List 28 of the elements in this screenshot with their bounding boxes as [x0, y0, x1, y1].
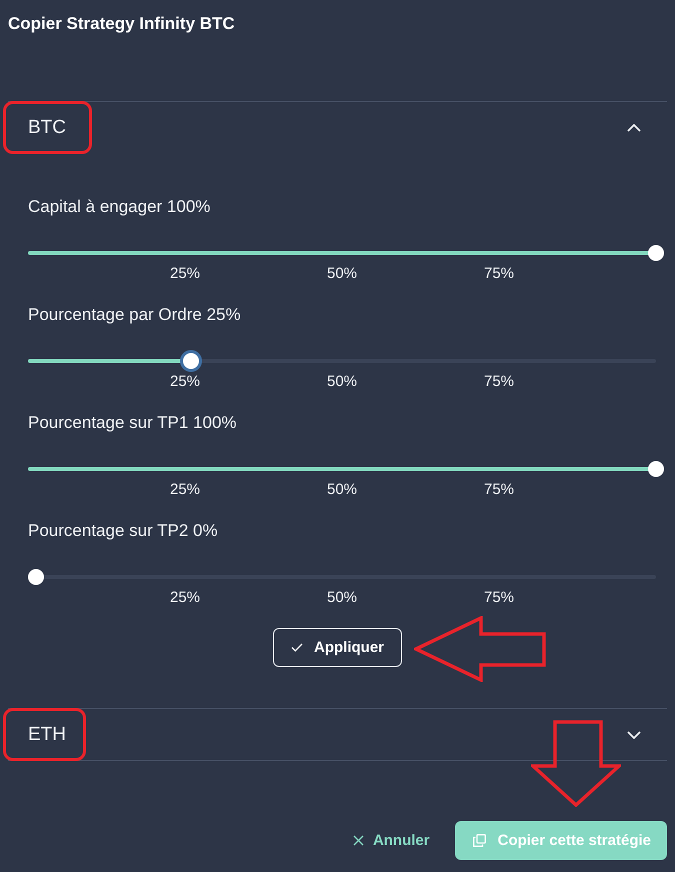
tick-label: 25% — [168, 265, 202, 283]
tick-label: 75% — [482, 589, 516, 607]
accordion-header[interactable]: ETH — [8, 709, 667, 760]
tick-label: 50% — [326, 589, 358, 607]
tick-label: 25% — [168, 373, 202, 391]
slider-thumb[interactable] — [648, 245, 664, 261]
close-icon — [352, 835, 364, 846]
slider-label: Capital à engager 100% — [28, 196, 212, 218]
tick-label: 50% — [326, 265, 358, 283]
slider-label: Pourcentage sur TP2 0% — [28, 520, 219, 542]
check-icon — [291, 643, 303, 652]
slider-thumb[interactable] — [28, 569, 44, 585]
tick-label: 75% — [482, 265, 516, 283]
slider-label: Pourcentage par Ordre 25% — [28, 304, 242, 326]
dialog-title: Copier Strategy Infinity BTC — [8, 13, 236, 35]
slider-thumb[interactable] — [648, 461, 664, 477]
tick-label: 50% — [326, 373, 358, 391]
tick-label: 50% — [326, 481, 358, 499]
accordion-header[interactable]: BTC — [8, 102, 667, 153]
copy-icon — [472, 834, 486, 847]
slider-label: Pourcentage sur TP1 100% — [28, 412, 238, 434]
tick-label: 75% — [482, 373, 516, 391]
apply-button[interactable]: Appliquer — [273, 628, 402, 667]
slider-thumb[interactable] — [180, 350, 202, 372]
tick-label: 75% — [482, 481, 516, 499]
tick-label: 25% — [168, 589, 202, 607]
tick-label: 25% — [168, 481, 202, 499]
cancel-button[interactable]: Annuler — [352, 832, 430, 849]
